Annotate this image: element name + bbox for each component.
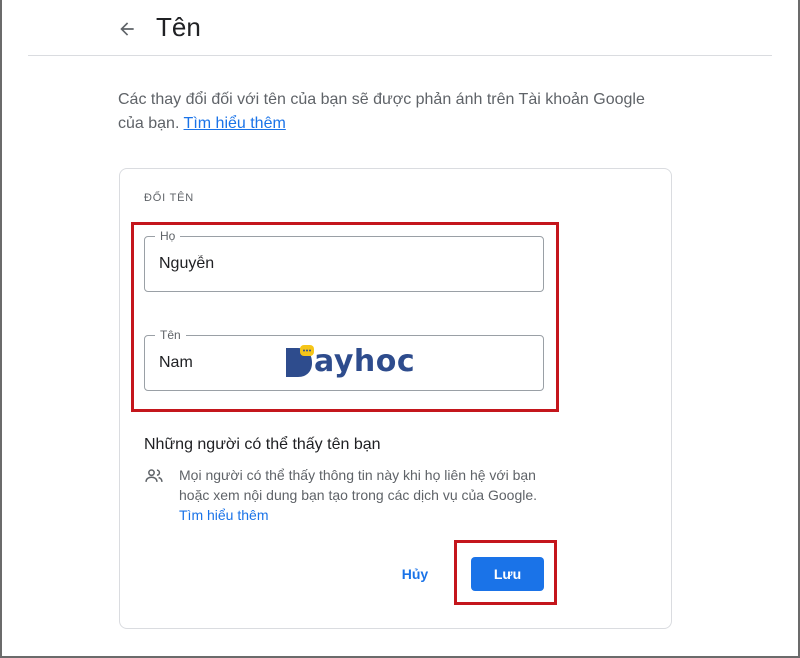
learn-more-link[interactable]: Tìm hiểu thêm — [184, 115, 286, 132]
cancel-button[interactable]: Hủy — [392, 557, 438, 591]
last-name-field[interactable]: Họ — [144, 229, 544, 292]
page-title: Tên — [156, 12, 201, 42]
header-divider — [28, 55, 772, 56]
intro-paragraph: Các thay đổi đối với tên của bạn sẽ được… — [118, 88, 658, 136]
section-label: ĐỔI TÊN — [144, 192, 195, 204]
back-button[interactable] — [112, 14, 142, 44]
watermark-d-icon — [286, 345, 314, 377]
people-icon — [144, 466, 164, 486]
window-border-left — [0, 0, 2, 658]
arrow-back-icon — [120, 22, 134, 36]
visibility-description: Mọi người có thể thấy thông tin này khi … — [179, 465, 559, 525]
visibility-text: Mọi người có thể thấy thông tin này khi … — [179, 467, 538, 503]
watermark-logo: ayhoc — [284, 345, 415, 379]
last-name-input[interactable] — [159, 237, 519, 291]
save-button[interactable]: Lưu — [471, 557, 544, 591]
visibility-title: Những người có thể thấy tên bạn — [144, 436, 381, 453]
watermark-text: ayhoc — [314, 344, 416, 379]
visibility-learn-more-link[interactable]: Tìm hiểu thêm — [179, 507, 268, 523]
